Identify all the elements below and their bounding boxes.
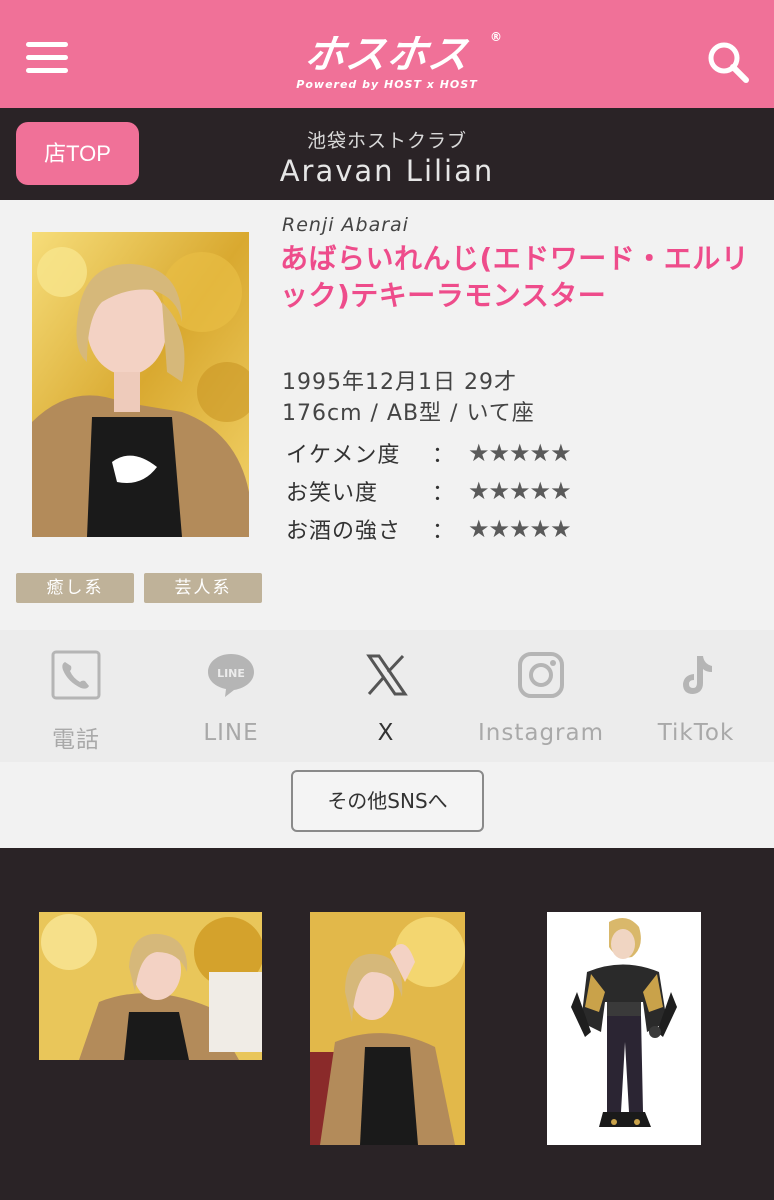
rating-row: お笑い度 ： ★★★★★ bbox=[286, 472, 572, 510]
instagram-icon bbox=[518, 652, 564, 698]
profile-section: Renji Abarai あばらいれんじ(エドワード・エルリック)テキーラモンス… bbox=[0, 200, 774, 630]
sns-x-link[interactable]: X bbox=[311, 650, 461, 746]
tag-badge[interactable]: 癒し系 bbox=[16, 573, 134, 603]
tag-badge[interactable]: 芸人系 bbox=[144, 573, 262, 603]
x-icon bbox=[366, 654, 408, 696]
rating-label: お笑い度 bbox=[286, 481, 379, 506]
logo-registered-mark: ® bbox=[490, 30, 502, 44]
other-sns-button[interactable]: その他SNSへ bbox=[291, 770, 484, 832]
gallery-photo[interactable] bbox=[310, 912, 465, 1145]
tag-list: 癒し系 芸人系 bbox=[16, 573, 262, 603]
logo-subtitle: Powered by HOST x HOST bbox=[296, 78, 478, 91]
profile-romaji: Renji Abarai bbox=[282, 214, 409, 236]
sns-line-link[interactable]: LINE LINE bbox=[156, 650, 306, 746]
profile-photo[interactable] bbox=[32, 232, 249, 537]
line-icon: LINE bbox=[208, 654, 254, 697]
sns-label: TikTok bbox=[657, 720, 735, 746]
rating-label: イケメン度 bbox=[286, 443, 401, 468]
site-logo[interactable]: ホスホス ® Powered by HOST x HOST bbox=[262, 30, 512, 96]
rating-stars: ★★★★★ bbox=[468, 439, 572, 467]
profile-spec: 176cm / AB型 / いて座 bbox=[282, 401, 535, 426]
tiktok-icon bbox=[683, 656, 712, 694]
rating-stars: ★★★★★ bbox=[468, 477, 572, 505]
sns-label: X bbox=[377, 720, 395, 746]
menu-icon[interactable] bbox=[26, 42, 68, 76]
profile-name: あばらいれんじ(エドワード・エルリック)テキーラモンスター bbox=[280, 242, 750, 312]
ratings-list: イケメン度 ： ★★★★★ お笑い度 ： ★★★★★ お酒の強さ ： ★★★★★ bbox=[286, 434, 572, 548]
store-name: Aravan Lilian bbox=[279, 154, 495, 188]
phone-icon bbox=[51, 650, 101, 700]
store-category: 池袋ホストクラブ bbox=[306, 130, 467, 152]
profile-birth: 1995年12月1日 29才 bbox=[282, 370, 517, 395]
store-top-button[interactable]: 店TOP bbox=[16, 122, 139, 185]
rating-colon: ： bbox=[432, 519, 455, 544]
sns-label: Instagram bbox=[477, 720, 604, 746]
logo-text: ホスホス bbox=[301, 32, 473, 78]
svg-text:LINE: LINE bbox=[217, 667, 245, 680]
sns-instagram-link[interactable]: Instagram bbox=[466, 650, 616, 746]
search-icon[interactable] bbox=[706, 40, 750, 84]
sns-label: 電話 bbox=[52, 727, 100, 753]
rating-row: お酒の強さ ： ★★★★★ bbox=[286, 510, 572, 548]
store-bar: 店TOP 池袋ホストクラブ Aravan Lilian bbox=[0, 108, 774, 200]
rating-colon: ： bbox=[432, 443, 455, 468]
gallery-photo[interactable] bbox=[547, 912, 701, 1145]
sns-phone-link[interactable]: 電話 bbox=[1, 650, 151, 754]
gallery-photo[interactable] bbox=[39, 912, 262, 1060]
app-header: ホスホス ® Powered by HOST x HOST bbox=[0, 0, 774, 108]
rating-label: お酒の強さ bbox=[286, 519, 402, 544]
rating-row: イケメン度 ： ★★★★★ bbox=[286, 434, 572, 472]
rating-colon: ： bbox=[432, 481, 455, 506]
rating-stars: ★★★★★ bbox=[468, 515, 572, 543]
sns-tiktok-link[interactable]: TikTok bbox=[621, 650, 771, 746]
sns-label: LINE bbox=[203, 720, 259, 746]
